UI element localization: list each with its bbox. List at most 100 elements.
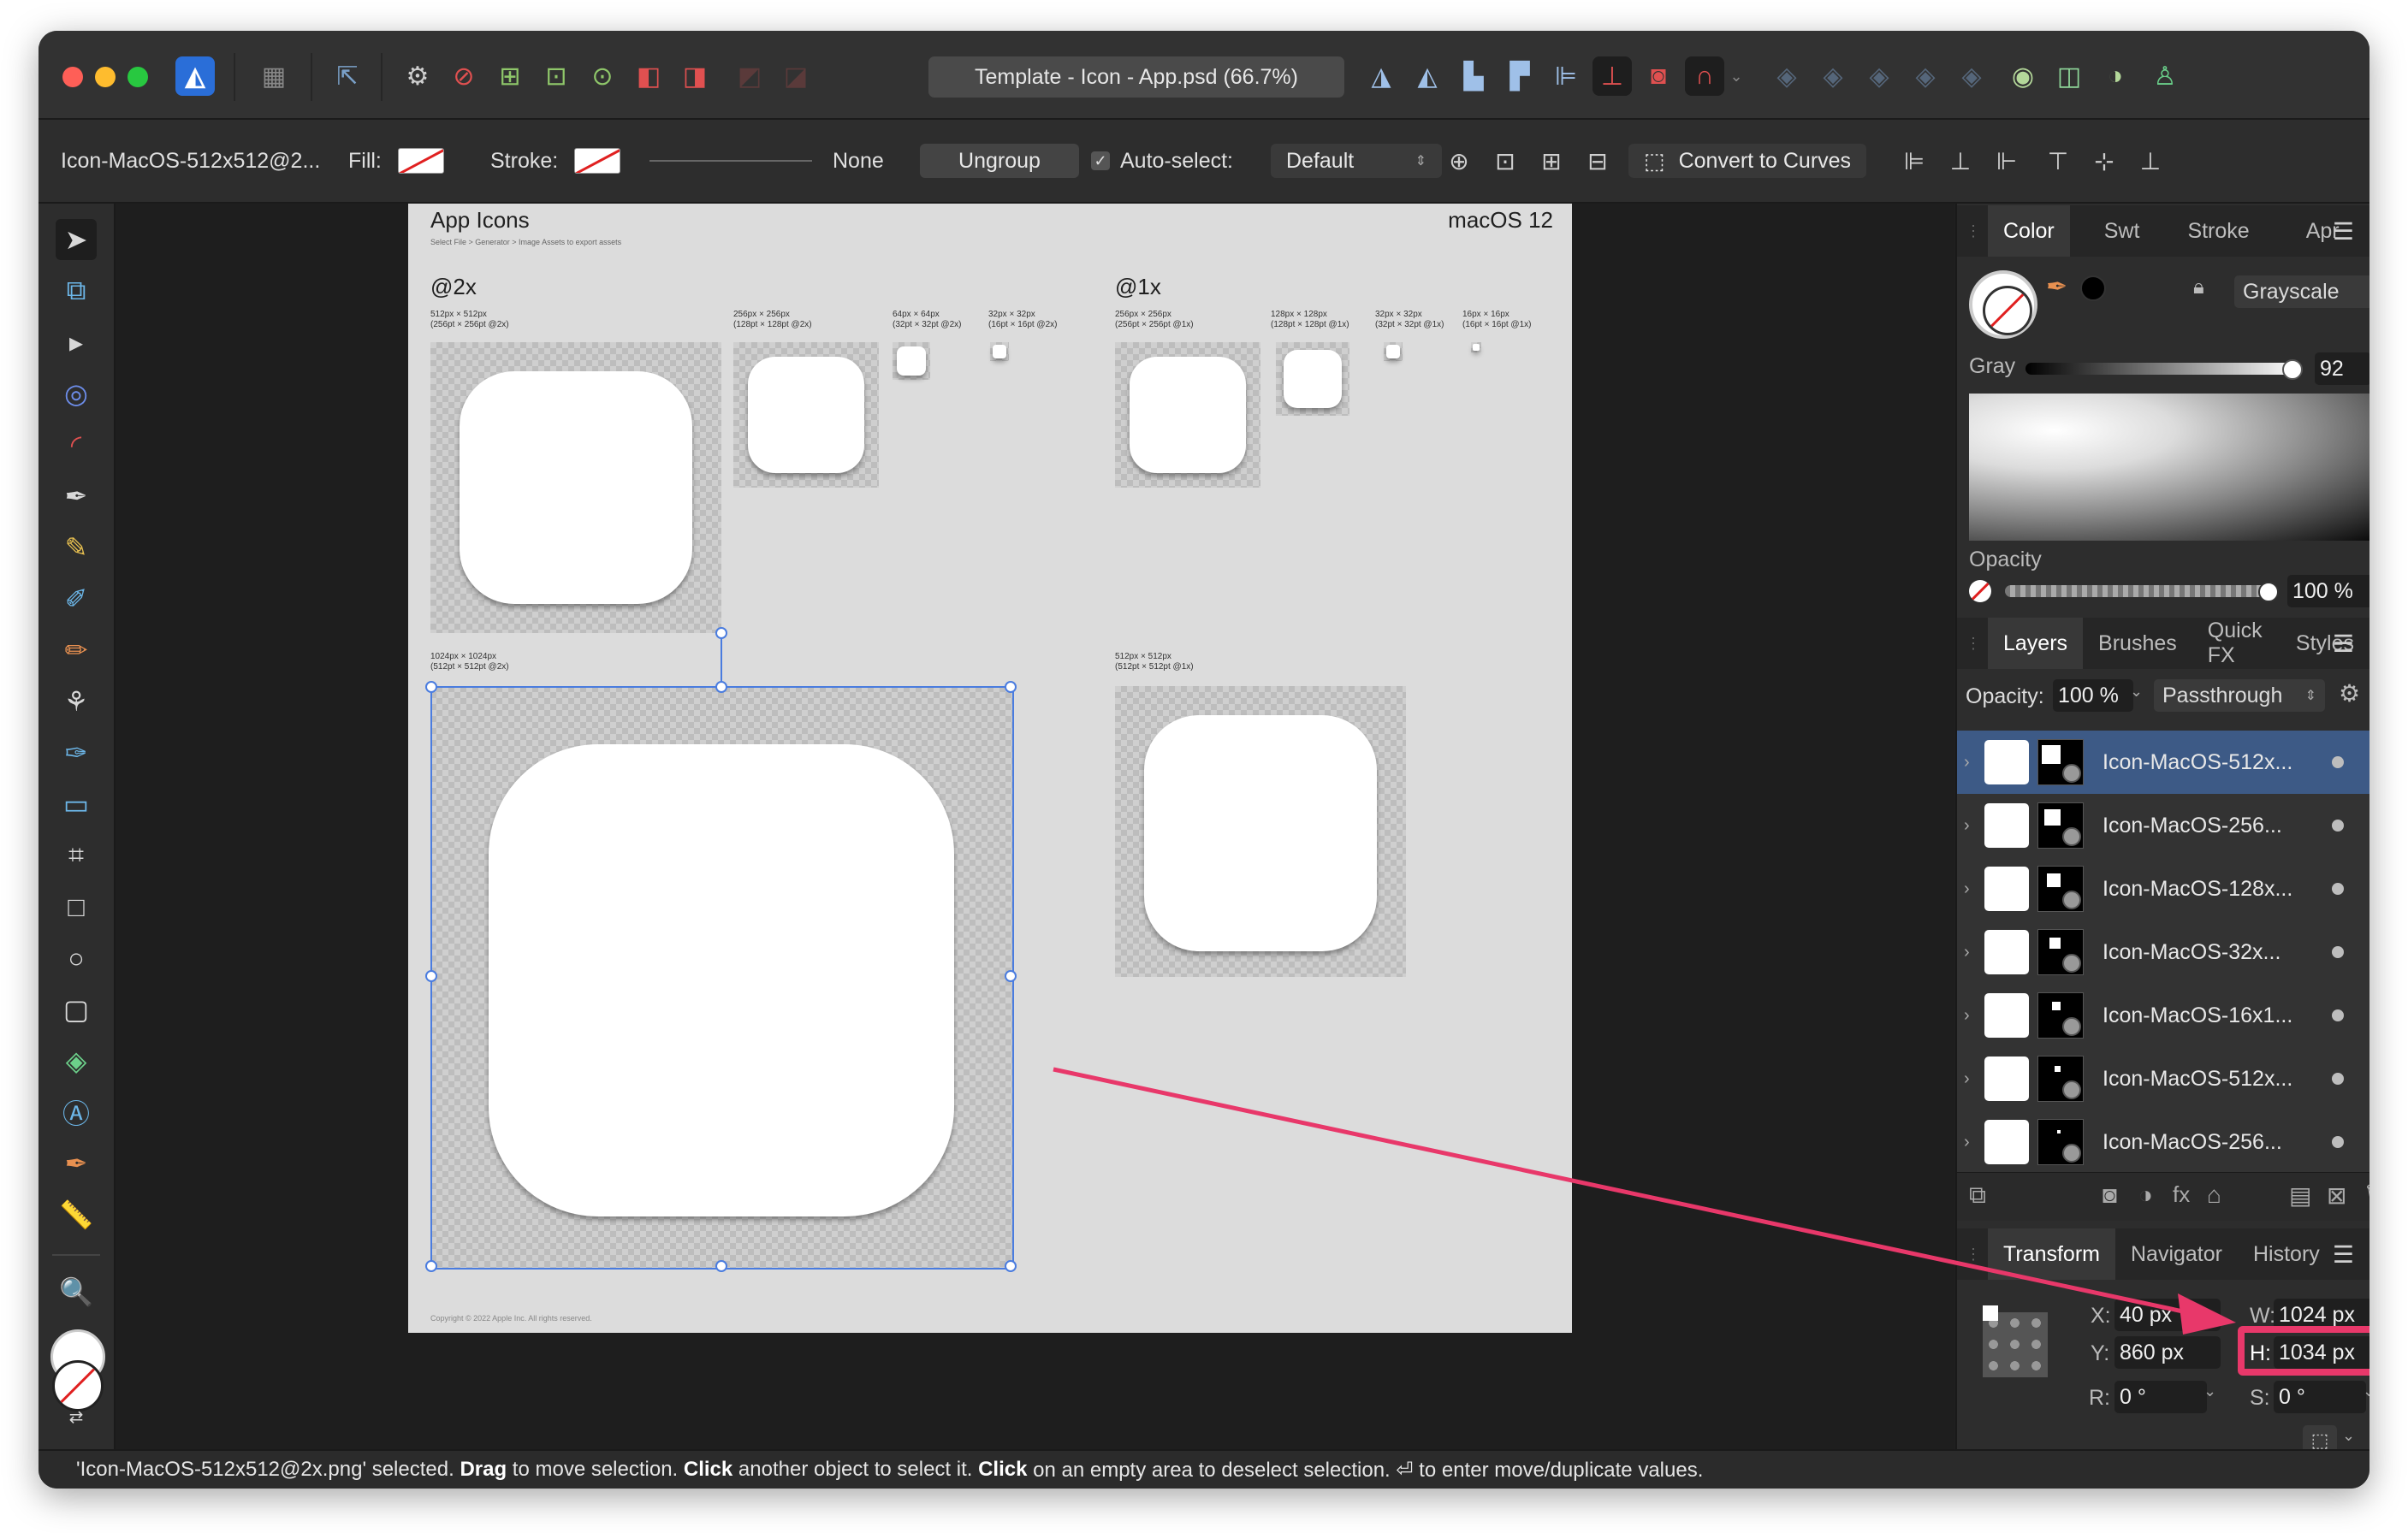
node-tool-icon[interactable]: ▸ [56, 322, 97, 363]
stroke-width-slider[interactable]: None [639, 120, 887, 202]
y-field[interactable]: 860 px [2114, 1336, 2221, 1369]
add-mask-icon[interactable]: ◙ [2103, 1181, 2117, 1209]
transform-grid-icon[interactable]: ⊟ [1579, 142, 1616, 180]
rectangle-tool-icon[interactable]: □ [56, 886, 97, 927]
snapping-magnet-icon[interactable]: ∩ [1685, 56, 1724, 96]
s-dropdown-chevron-icon[interactable]: ⌄ [2363, 1382, 2369, 1400]
flood-select-icon[interactable]: ◜ [56, 424, 97, 465]
icon-tile-256-1x[interactable] [1115, 342, 1260, 488]
tab-brushes[interactable]: Brushes [2083, 618, 2192, 669]
layer-visibility-dot[interactable] [2332, 1009, 2344, 1021]
assistant-icon[interactable]: ◉ [2003, 56, 2043, 96]
zoom-window-button[interactable] [128, 67, 148, 87]
ungroup-button[interactable]: Ungroup [920, 144, 1079, 178]
personas-grid-icon[interactable]: ▦ [254, 56, 294, 96]
fill-none-swatch-icon[interactable] [398, 148, 444, 174]
transform-center-icon[interactable]: ⊕ [1440, 142, 1478, 180]
icon-tile-512-2x[interactable] [430, 342, 721, 633]
lock-icon[interactable]: 🔒︎ [2193, 275, 2204, 299]
opacity-slider-thumb[interactable] [2258, 582, 2279, 602]
icon-tile-64-2x[interactable] [893, 342, 930, 380]
icon-tile-16-1x[interactable] [1471, 342, 1481, 352]
transform-panel-menu-icon[interactable]: ☰ [2333, 1240, 2354, 1269]
transform-options-chevron-icon[interactable]: ⌄ [2342, 1427, 2355, 1445]
layer-row[interactable]: › Icon-MacOS-32x... [1957, 920, 2369, 985]
layer-visibility-dot[interactable] [2332, 946, 2344, 958]
node-tool-3-icon[interactable]: ◈ [1859, 56, 1899, 96]
resize-handle-right[interactable] [1005, 970, 1017, 982]
resize-handle-bottom-right[interactable] [1005, 1260, 1017, 1272]
move-tool-icon[interactable]: ➤ [56, 219, 97, 260]
color-mode-dropdown[interactable]: Grayscale ⇕ [2234, 275, 2369, 308]
shape-tool-icon[interactable]: ◈ [56, 1040, 97, 1081]
layer-comps-icon[interactable]: ⧉ [1969, 1181, 1986, 1210]
layer-row[interactable]: › Icon-MacOS-512x... [1957, 731, 2369, 795]
retouch-tool-icon[interactable]: ✑ [56, 732, 97, 773]
brush-tool-icon[interactable]: ✏ [56, 630, 97, 671]
clone-tool-icon[interactable]: ⚘ [56, 681, 97, 722]
fx-icon[interactable]: fx [2173, 1181, 2190, 1208]
pencil-tool-icon[interactable]: ✎ [56, 527, 97, 568]
boolean-xor-icon[interactable]: ◪ [776, 56, 816, 96]
selection-grid-icon[interactable]: ⊞ [490, 56, 530, 96]
color-studio-icon[interactable]: ◑ [2096, 56, 2135, 96]
expand-chevron-icon[interactable]: › [1964, 753, 1970, 772]
layer-visibility-dot[interactable] [2332, 820, 2344, 832]
ellipse-tool-icon[interactable]: ○ [56, 938, 97, 979]
node-tool-5-icon[interactable]: ◈ [1952, 56, 1991, 96]
boolean-intersect-icon[interactable]: ◩ [730, 56, 769, 96]
rotation-handle[interactable] [715, 627, 727, 639]
resize-handle-bottom-left[interactable] [425, 1260, 437, 1272]
document-page[interactable]: App Icons Select File > Generator > Imag… [408, 204, 1572, 1333]
layer-row[interactable]: › Icon-MacOS-16x1... [1957, 984, 2369, 1048]
x-field[interactable]: 40 px [2114, 1299, 2221, 1331]
align-middle-icon[interactable]: ⊹ [2085, 142, 2123, 180]
live-filter-icon[interactable]: ⌂ [2207, 1181, 2221, 1209]
expand-chevron-icon[interactable]: › [1964, 1069, 1970, 1089]
color-spectrum[interactable] [1969, 394, 2369, 541]
zoom-tool-icon[interactable]: 🔍 [56, 1271, 97, 1312]
node-tool-1-icon[interactable]: ◈ [1767, 56, 1806, 96]
mask-icon[interactable]: ◙ [1639, 56, 1678, 96]
swap-colors-icon[interactable]: ⇄ [56, 1406, 97, 1427]
text-tool-icon[interactable]: Ⓐ [56, 1092, 97, 1133]
layer-row[interactable]: › Icon-MacOS-512x... [1957, 1047, 2369, 1111]
crop-tool-icon[interactable]: ⌗ [56, 835, 97, 876]
boolean-add-icon[interactable]: ◧ [629, 56, 668, 96]
layers-panel-menu-icon[interactable]: ☰ [2333, 630, 2354, 658]
add-pixel-layer-icon[interactable]: ▤ [2289, 1181, 2311, 1210]
s-field[interactable]: 0 ° [2274, 1381, 2366, 1413]
align-bottom-icon[interactable]: ⊥ [1592, 56, 1632, 96]
align-left-edges-icon[interactable]: ⊫ [1895, 142, 1933, 180]
stroke-color-well[interactable] [1983, 286, 2032, 335]
layer-opacity-chevron-icon[interactable]: ⌄ [2130, 683, 2143, 701]
icon-tile-256-2x[interactable] [733, 342, 879, 488]
icon-tile-32-2x[interactable] [990, 342, 1009, 361]
r-field[interactable]: 0 ° [2114, 1381, 2207, 1413]
icon-tile-32-1x[interactable] [1384, 342, 1403, 361]
arrange-back-icon[interactable]: ▙ [1454, 56, 1493, 96]
user-account-icon[interactable]: ♙ [2145, 56, 2185, 96]
stroke-swatch[interactable] [574, 120, 620, 202]
tab-transform[interactable]: Transform [1988, 1228, 2115, 1280]
transform-origin-icon[interactable]: ⊙ [583, 56, 622, 96]
measure-tool-icon[interactable]: 📏 [56, 1194, 97, 1235]
black-color-swatch[interactable] [2080, 275, 2106, 301]
auto-select-dropdown[interactable]: Default ⇕ [1271, 144, 1442, 178]
boolean-subtract-icon[interactable]: ◨ [675, 56, 715, 96]
tab-navigator[interactable]: Navigator [2115, 1228, 2238, 1280]
studio-icon[interactable]: ◫ [2049, 56, 2089, 96]
resize-handle-bottom[interactable] [715, 1260, 727, 1272]
r-dropdown-chevron-icon[interactable]: ⌄ [2203, 1382, 2216, 1400]
stroke-none-swatch-icon[interactable] [574, 148, 620, 174]
pen-tool-icon[interactable]: ✒ [56, 476, 97, 517]
tab-history[interactable]: History [2238, 1228, 2335, 1280]
group-layers-icon[interactable]: ⊠ [2327, 1181, 2346, 1210]
layer-settings-gear-icon[interactable]: ⚙ [2339, 679, 2360, 707]
close-window-button[interactable] [62, 67, 83, 87]
eyedropper-icon[interactable]: ✒ [2046, 272, 2067, 302]
resize-handle-top-right[interactable] [1005, 681, 1017, 693]
selection-box-icon[interactable]: ⊡ [537, 56, 576, 96]
opacity-value-field[interactable]: 100 % [2287, 575, 2369, 607]
flip-horizontal-icon[interactable]: ◮ [1361, 56, 1401, 96]
